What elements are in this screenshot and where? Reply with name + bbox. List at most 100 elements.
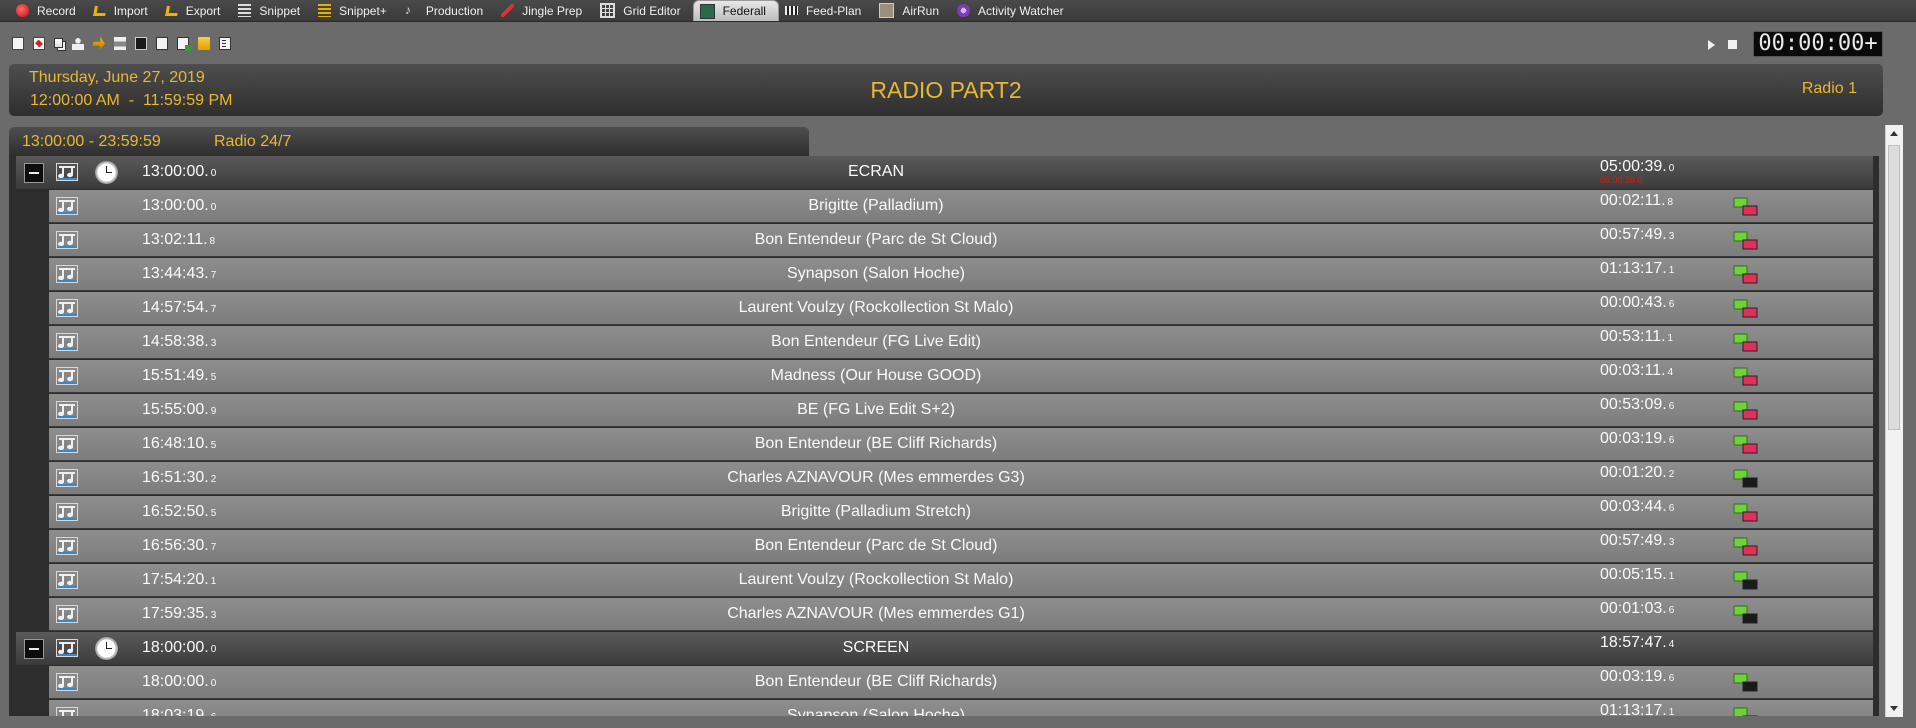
duration-value: 01:13:17. xyxy=(1600,260,1667,277)
tab-label: Snippet+ xyxy=(339,3,387,18)
list-item[interactable]: 16:56:30. 7 Bon Entendeur (Parc de St Clou… xyxy=(49,530,1873,563)
collapse-button[interactable] xyxy=(24,163,44,183)
user-icon[interactable] xyxy=(72,36,84,50)
start-time-value: 17:54:20. xyxy=(142,571,209,588)
folder-icon[interactable] xyxy=(198,36,210,50)
status-flag-icon xyxy=(1733,503,1758,522)
tab-feed-plan[interactable]: Feed-Plan xyxy=(779,1,873,21)
clock-icon xyxy=(95,637,118,660)
list-item[interactable]: 17:59:35. 3 Charles AZNAVOUR (Mes emmerdes… xyxy=(49,598,1873,631)
list-icon[interactable] xyxy=(219,36,231,50)
scroll-up-icon[interactable] xyxy=(1890,131,1898,136)
tab-label: Record xyxy=(37,3,76,18)
status-flag-icon xyxy=(1733,605,1758,624)
monitor-icon[interactable] xyxy=(135,36,147,50)
start-time: 13:44:43. 7 xyxy=(142,265,216,283)
duration: 00:53:09. 6 xyxy=(1600,396,1674,414)
music-note-icon xyxy=(56,639,78,657)
list-item[interactable]: 15:55:00. 9 BE (FG Live Edit S+2) 00:53:09.… xyxy=(49,394,1873,427)
duration-value: 00:03:19. xyxy=(1600,430,1667,447)
music-note-icon xyxy=(56,401,78,419)
start-time-value: 16:52:50. xyxy=(142,503,209,520)
scroll-thumb[interactable] xyxy=(1888,145,1900,430)
stop-icon[interactable] xyxy=(1728,40,1737,49)
grid-icon xyxy=(600,3,616,18)
snippet-plus-icon xyxy=(318,4,332,17)
item-title: Laurent Voulzy (Rockollection St Malo) xyxy=(738,571,1014,588)
print-icon[interactable] xyxy=(114,36,126,50)
tab-snippet[interactable]: Snippet xyxy=(232,1,312,21)
list-item[interactable]: 16:51:30. 2 Charles AZNAVOUR (Mes emmerdes… xyxy=(49,462,1873,495)
item-title: Brigitte (Palladium Stretch) xyxy=(780,503,972,520)
music-note-icon xyxy=(56,503,78,521)
export-icon xyxy=(164,5,179,16)
start-time: 14:58:38. 3 xyxy=(142,333,216,351)
tab-airrun[interactable]: AirRun xyxy=(873,1,951,21)
duration: 00:03:11. 4 xyxy=(1600,362,1673,380)
start-time-fraction: 8 xyxy=(209,236,216,247)
tab-label: Jingle Prep xyxy=(522,3,583,18)
start-time-value: 15:55:00. xyxy=(142,401,209,418)
tab-grid-editor[interactable]: Grid Editor xyxy=(594,1,692,21)
duration-fraction: 2 xyxy=(1668,469,1675,480)
favorite-icon[interactable] xyxy=(33,36,45,50)
duration-fraction: 6 xyxy=(1668,673,1675,684)
list-item[interactable]: 17:54:20. 1 Laurent Voulzy (Rockollection … xyxy=(49,564,1873,597)
scroll-down-icon[interactable] xyxy=(1890,706,1898,711)
list-item[interactable]: 13:02:11. 8 Bon Entendeur (Parc de St Clou… xyxy=(49,224,1873,257)
item-title: Synapson (Salon Hoche) xyxy=(787,265,965,282)
duration-fraction: 1 xyxy=(1668,571,1675,582)
tab-activity-watcher[interactable]: Activity Watcher xyxy=(951,1,1076,21)
snippet-icon xyxy=(238,4,252,17)
tab-federall[interactable]: Federall xyxy=(692,0,779,21)
item-title: Brigitte (Palladium) xyxy=(808,197,944,214)
tab-import[interactable]: Import xyxy=(88,1,160,21)
group-row[interactable]: 13:00:00. 0 ECRAN 05:00:39. 0 05:00:39.0 xyxy=(16,156,1873,189)
list-item[interactable]: 16:52:50. 5 Brigitte (Palladium Stretch) 00… xyxy=(49,496,1873,529)
duration-value: 00:57:49. xyxy=(1600,532,1667,549)
list-item[interactable]: 13:44:43. 7 Synapson (Salon Hoche) 01:13:17… xyxy=(49,258,1873,291)
play-icon[interactable] xyxy=(1708,40,1715,50)
toolbar xyxy=(12,33,231,53)
duration: 05:00:39. 0 xyxy=(1600,158,1674,176)
start-time-fraction: 7 xyxy=(210,542,217,553)
new-document-icon[interactable] xyxy=(12,36,24,50)
duration-value: 00:01:20. xyxy=(1600,464,1667,481)
list-item[interactable]: 14:57:54. 7 Laurent Voulzy (Rockollection … xyxy=(49,292,1873,325)
start-time-value: 18:00:00. xyxy=(142,639,209,656)
copy-icon[interactable] xyxy=(54,38,63,48)
tab-production[interactable]: ♪ Production xyxy=(399,1,495,21)
group-row[interactable]: 18:00:00. 0 SCREEN 18:57:47. 4 xyxy=(16,632,1873,665)
start-time-value: 14:58:38. xyxy=(142,333,209,350)
tab-export[interactable]: Export xyxy=(160,1,233,21)
list-item[interactable]: 16:48:10. 5 Bon Entendeur (BE Cliff Richar… xyxy=(49,428,1873,461)
airrun-icon xyxy=(879,3,895,18)
item-title: Bon Entendeur (Parc de St Cloud) xyxy=(754,231,998,248)
tab-jingle-prep[interactable]: Jingle Prep xyxy=(495,1,594,21)
list-item[interactable]: 15:51:49. 5 Madness (Our House GOOD) 00:03:… xyxy=(49,360,1873,393)
list-item[interactable]: 18:00:00. 0 Bon Entendeur (BE Cliff Richar… xyxy=(49,666,1873,699)
list-item[interactable]: 18:03:19.6 Synapson (Salon Hoche) 01:13:17… xyxy=(49,700,1873,716)
item-title: Bon Entendeur (Parc de St Cloud) xyxy=(754,537,998,554)
status-flag-icon xyxy=(1733,265,1758,284)
duration: 00:03:44. 6 xyxy=(1600,498,1674,516)
save-icon[interactable] xyxy=(156,36,168,50)
page-title: RADIO PART2 xyxy=(870,77,1022,103)
export-file-icon[interactable] xyxy=(177,36,191,51)
arrow-icon[interactable] xyxy=(93,36,105,50)
tab-snippet[interactable]: Snippet+ xyxy=(312,1,399,21)
music-note-icon xyxy=(56,469,78,487)
start-time-fraction: 3 xyxy=(210,610,217,621)
tab-label: Snippet xyxy=(259,3,301,18)
list-item[interactable]: 14:58:38. 3 Bon Entendeur (FG Live Edit) 00… xyxy=(49,326,1873,359)
duration-fraction: 0 xyxy=(1668,163,1675,174)
vertical-scrollbar[interactable] xyxy=(1885,125,1903,717)
list-item[interactable]: 13:00:00. 0 Brigitte (Palladium) 00:02:11. 8 xyxy=(49,190,1873,223)
start-time: 16:51:30. 2 xyxy=(142,469,216,487)
collapse-button[interactable] xyxy=(24,639,44,659)
block-name: Radio 24/7 xyxy=(214,133,292,150)
block-header: 13:00:00 - 23:59:59 Radio 24/7 xyxy=(9,127,809,156)
start-time-fraction: 6 xyxy=(211,712,217,716)
start-time-fraction: 1 xyxy=(210,576,217,587)
tab-record[interactable]: Record xyxy=(10,1,88,21)
